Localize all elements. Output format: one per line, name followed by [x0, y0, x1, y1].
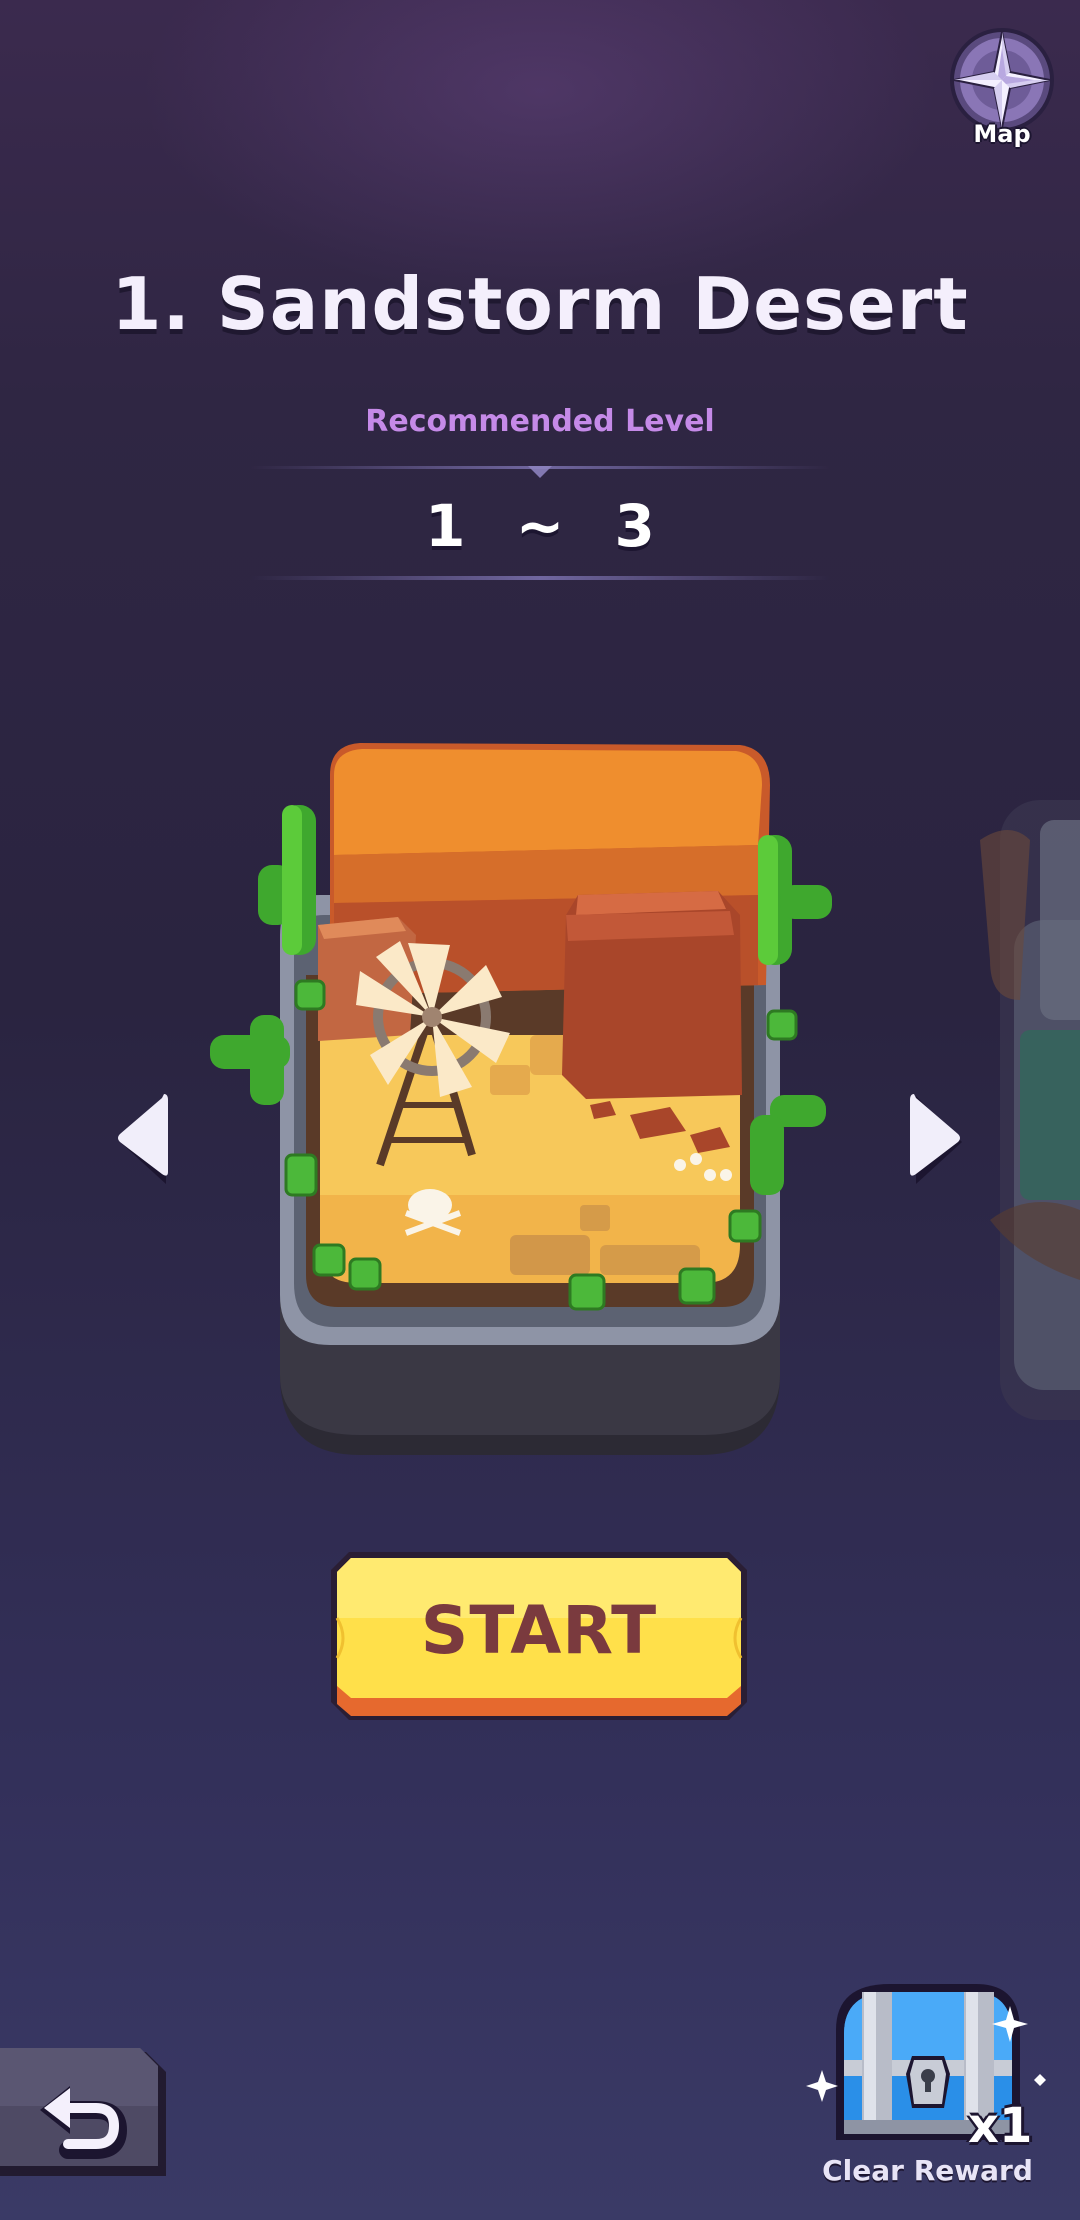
chevron-left-icon: [118, 1094, 168, 1184]
background-glow: [140, 0, 940, 300]
divider-notch: [528, 466, 552, 478]
next-stage-button[interactable]: [906, 1086, 966, 1186]
recommended-level-range: 1 ~ 3: [425, 492, 655, 560]
recommended-level-label: Recommended Level: [365, 404, 715, 439]
start-label: START: [420, 1592, 658, 1669]
map-button[interactable]: Map: [944, 26, 1060, 156]
stage-diorama[interactable]: [210, 735, 850, 1475]
reward-label: Clear Reward: [822, 2154, 1033, 2187]
previous-stage-button[interactable]: [112, 1086, 172, 1186]
map-label: Map: [973, 120, 1031, 148]
back-button[interactable]: [0, 2046, 170, 2186]
chevron-right-icon: [910, 1094, 962, 1184]
next-stage-preview: [970, 800, 1080, 1440]
clear-reward[interactable]: x1 Clear Reward: [800, 1970, 1060, 2190]
divider-bottom: [250, 576, 830, 580]
reward-count: x1: [968, 2098, 1033, 2154]
compass-icon: [950, 28, 1054, 132]
stage-title: 1. Sandstorm Desert: [111, 262, 969, 346]
start-button[interactable]: START: [327, 1548, 751, 1724]
